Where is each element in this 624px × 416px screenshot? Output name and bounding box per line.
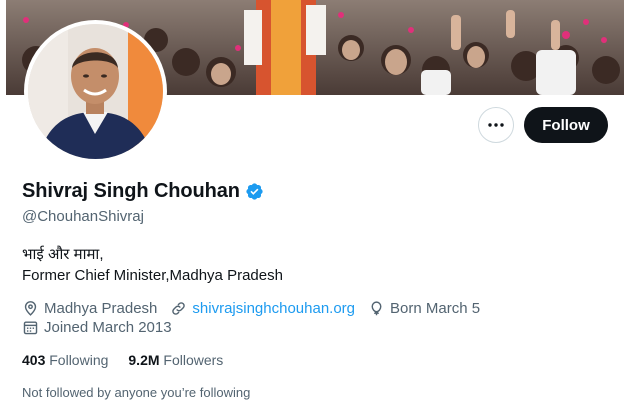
bio-line: Former Chief Minister,Madhya Pradesh (22, 267, 283, 284)
follow-button[interactable]: Follow (524, 107, 608, 143)
profile-handle: @ChouhanShivraj (22, 208, 144, 225)
verified-badge-icon[interactable] (245, 182, 264, 201)
profile-name-row: Shivraj Singh Chouhan (22, 180, 264, 203)
location-item: Madhya Pradesh (22, 300, 157, 317)
avatar-photo (28, 24, 163, 159)
birthday-text: Born March 5 (390, 300, 481, 317)
website-item[interactable]: shivrajsinghchouhan.org (170, 300, 355, 317)
more-options-button[interactable] (478, 107, 514, 143)
following-count: 403 (22, 352, 46, 368)
link-icon (172, 302, 186, 315)
birthday-item: Born March 5 (368, 300, 480, 317)
followers-label: Followers (163, 352, 224, 368)
following-label: Following (49, 352, 109, 368)
profile-bio: भाई और मामा, Former Chief Minister,Madhy… (22, 244, 283, 286)
following-link[interactable]: 403 Following (22, 352, 108, 368)
balloon-icon (371, 301, 382, 316)
not-followed-notice: Not followed by anyone you’re following (22, 385, 251, 400)
location-text: Madhya Pradesh (44, 300, 158, 317)
followers-link[interactable]: 9.2M Followers (128, 352, 223, 368)
profile-name: Shivraj Singh Chouhan (22, 180, 240, 202)
more-horizontal-icon (488, 123, 504, 127)
joined-item: Joined March 2013 (22, 319, 172, 336)
joined-text: Joined March 2013 (44, 319, 172, 336)
profile-stats: 403 Following 9.2M Followers (22, 352, 223, 368)
calendar-icon (23, 321, 38, 335)
bio-line: भाई और मामा, (22, 246, 104, 263)
website-link[interactable]: shivrajsinghchouhan.org (192, 300, 355, 317)
location-pin-icon (24, 301, 37, 316)
profile-meta-row: Joined March 2013 (22, 319, 185, 336)
profile-meta-row: Madhya Pradesh shivrajsinghchouhan.org B… (22, 300, 493, 317)
profile-avatar[interactable] (24, 20, 167, 163)
followers-count: 9.2M (128, 352, 160, 368)
